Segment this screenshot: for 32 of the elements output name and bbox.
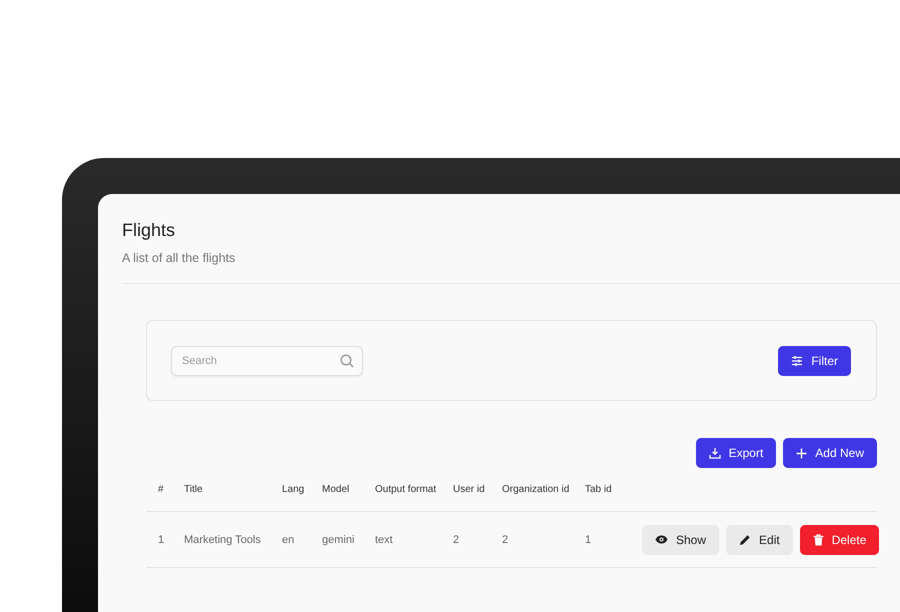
- table-cell-text: 2: [453, 534, 460, 546]
- sliders-icon: [791, 355, 804, 367]
- search-icon: [340, 354, 354, 368]
- column-header: Model: [322, 484, 350, 495]
- add-button[interactable]: Add New: [783, 438, 877, 468]
- table-cell-text: text: [375, 534, 394, 546]
- edit-button[interactable]: Edit: [726, 524, 793, 554]
- filter-button[interactable]: Filter: [778, 346, 851, 376]
- table-cell-text: en: [282, 534, 296, 546]
- search-field[interactable]: Search: [171, 346, 363, 376]
- table-cell-text: 1: [158, 534, 166, 546]
- page-subtitle: A list of all the flights: [122, 251, 236, 265]
- table-cell-text: gemini: [322, 534, 356, 546]
- column-header: Tab id: [585, 484, 613, 495]
- download-icon: [708, 447, 721, 459]
- table-cell-text: 2: [502, 534, 510, 546]
- column-header: Output format: [375, 484, 438, 495]
- plus-icon: [796, 448, 808, 458]
- column-header: Lang: [282, 484, 306, 495]
- column-header: Title: [184, 484, 204, 495]
- column-header: Organization id: [502, 484, 570, 495]
- export-button[interactable]: Export: [696, 438, 776, 468]
- eye-icon: [655, 535, 668, 544]
- column-header: User id: [453, 484, 486, 495]
- column-header: #: [158, 484, 165, 495]
- pencil-icon: [739, 534, 752, 546]
- table-cell-text: 1: [585, 534, 592, 546]
- show-button[interactable]: Show: [642, 524, 720, 554]
- trash-icon: [812, 534, 824, 546]
- delete-button[interactable]: Delete: [800, 524, 880, 554]
- table-cell-text: Marketing Tools: [184, 534, 262, 546]
- page-title: Flights: [122, 220, 176, 241]
